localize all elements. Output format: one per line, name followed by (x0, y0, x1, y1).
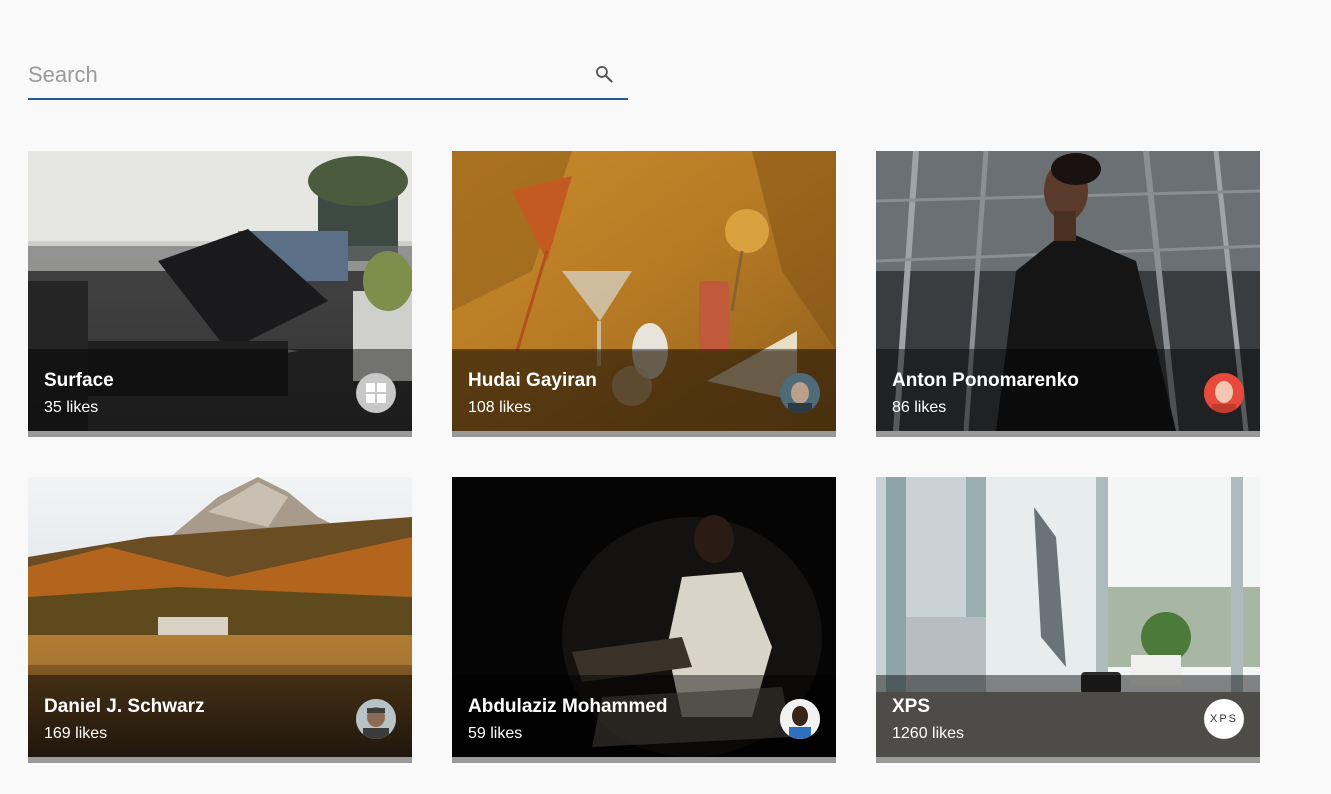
card-likes: 59 likes (468, 725, 523, 742)
photo-card[interactable]: Surface 35 likes (28, 151, 412, 437)
user-avatar[interactable] (780, 373, 820, 413)
xps-logo-avatar[interactable]: XPS (1204, 699, 1244, 739)
card-likes: 108 likes (468, 399, 532, 416)
search-input[interactable] (28, 60, 578, 90)
card-likes: 86 likes (892, 399, 947, 416)
card-caption-overlay (876, 675, 1260, 757)
photo-card[interactable]: Abdulaziz Mohammed 59 likes (452, 477, 836, 763)
user-avatar[interactable] (356, 699, 396, 739)
photo-card[interactable]: Anton Ponomarenko 86 likes (876, 151, 1260, 437)
card-title: Abdulaziz Mohammed (468, 696, 668, 717)
card-likes: 1260 likes (892, 725, 965, 742)
user-avatar[interactable] (780, 699, 820, 739)
photo-card[interactable]: Daniel J. Schwarz 169 likes (28, 477, 412, 763)
search-bar (28, 52, 628, 100)
card-likes: 169 likes (44, 725, 108, 742)
card-likes: 35 likes (44, 399, 99, 416)
card-title: Daniel J. Schwarz (44, 696, 205, 717)
card-title: Anton Ponomarenko (892, 370, 1079, 391)
card-title: Surface (44, 370, 114, 391)
xps-logo-text: XPS (1209, 713, 1238, 725)
photo-card[interactable]: Hudai Gayiran 108 likes (452, 151, 836, 437)
card-title: Hudai Gayiran (468, 370, 597, 391)
card-title: XPS (892, 696, 931, 717)
photo-card[interactable]: XPS 1260 likes XPS (876, 477, 1260, 763)
user-avatar[interactable] (1204, 373, 1244, 413)
windows-logo-avatar[interactable] (356, 373, 396, 413)
search-icon[interactable] (594, 64, 614, 84)
